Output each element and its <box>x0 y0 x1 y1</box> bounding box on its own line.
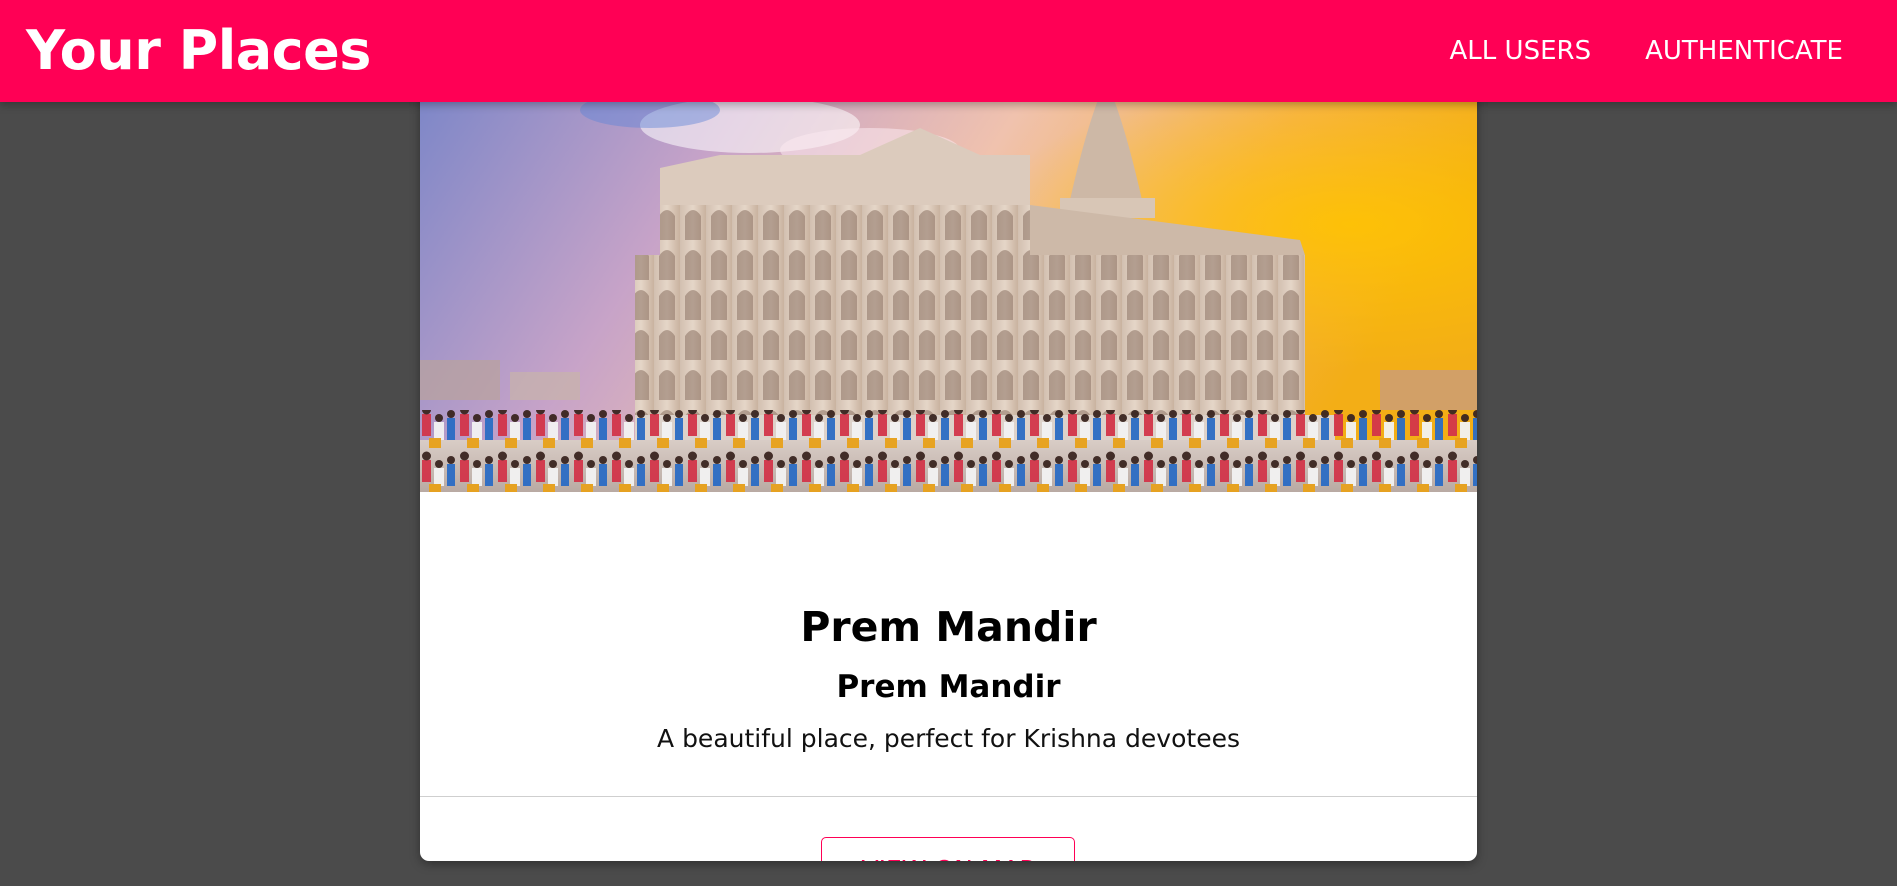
place-image <box>420 80 1477 492</box>
place-description: A beautiful place, perfect for Krishna d… <box>657 724 1240 753</box>
place-address: Prem Mandir <box>836 669 1061 705</box>
main-header: Your Places ALL USERS AUTHENTICATE <box>0 0 1897 102</box>
place-card: Prem Mandir Prem Mandir A beautiful plac… <box>420 80 1477 861</box>
nav-link-authenticate[interactable]: AUTHENTICATE <box>1645 34 1843 68</box>
temple-photo <box>420 80 1477 492</box>
actions-divider <box>420 796 1477 797</box>
brand-title[interactable]: Your Places <box>26 19 371 83</box>
nav-link-all-users[interactable]: ALL USERS <box>1450 34 1592 68</box>
view-on-map-button[interactable]: VIEW ON MAP <box>821 837 1075 861</box>
place-title: Prem Mandir <box>800 603 1097 651</box>
place-info: Prem Mandir Prem Mandir A beautiful plac… <box>420 492 1477 796</box>
main-nav: ALL USERS AUTHENTICATE <box>1450 34 1843 68</box>
